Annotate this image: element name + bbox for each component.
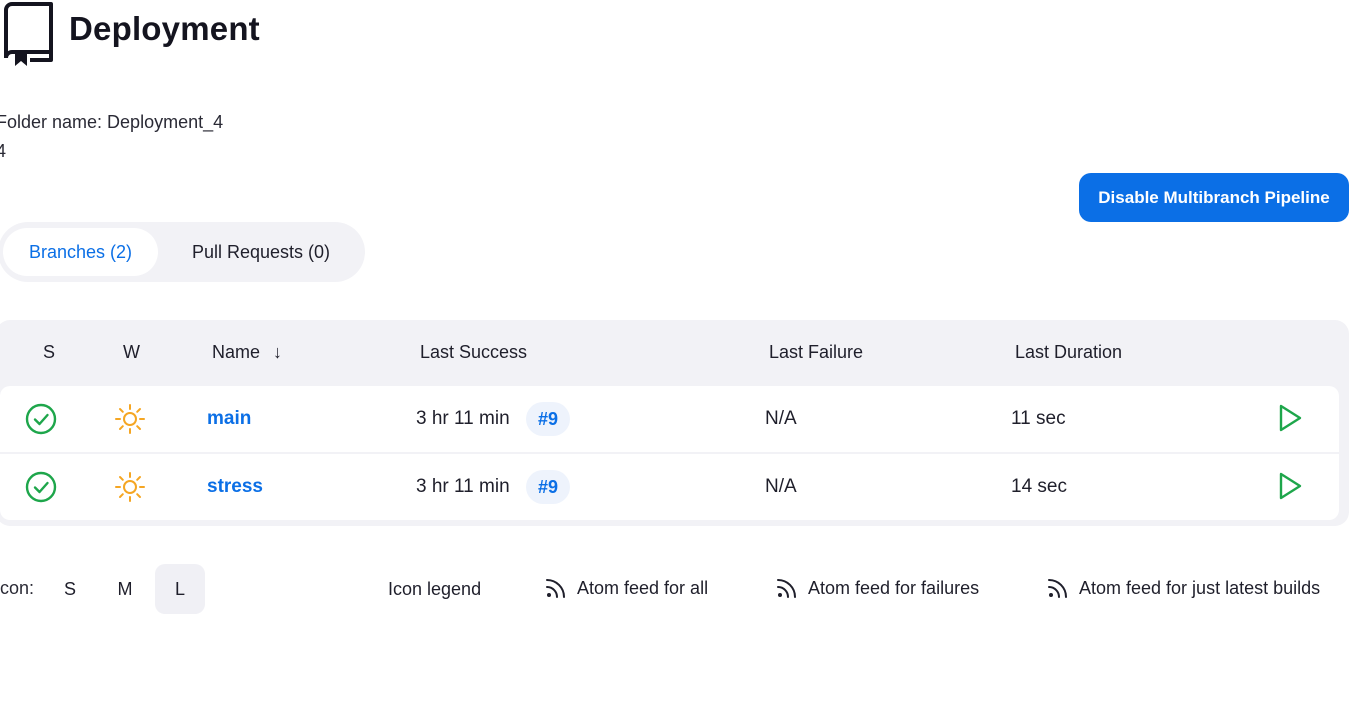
branch-link-stress[interactable]: stress — [207, 454, 263, 520]
description-text: 4 — [0, 141, 7, 161]
table-row: main 3 hr 11 min #9 N/A 11 sec — [0, 386, 1339, 452]
icon-size-medium-button[interactable]: M — [100, 564, 150, 614]
last-duration-value: 14 sec — [1011, 476, 1067, 497]
last-success-time: 3 hr 11 min — [416, 408, 510, 429]
folder-name-text: Folder name: Deployment_4 — [0, 112, 224, 132]
atom-feed-all-label: Atom feed for all — [577, 577, 709, 598]
column-header-status[interactable]: S — [43, 342, 55, 363]
icon-size-label: Icon: — [0, 578, 35, 598]
tab-pull-requests[interactable]: Pull Requests (0) — [178, 228, 344, 276]
last-success-time: 3 hr 11 min — [416, 476, 510, 497]
last-failure-value: N/A — [765, 408, 797, 429]
atom-feed-all-link[interactable]: Atom feed for all — [545, 577, 708, 599]
last-failure-value: N/A — [765, 476, 797, 497]
page: Deployment Folder name: Deployment_4 4 D… — [0, 0, 1366, 723]
icon-size-small-button[interactable]: S — [45, 564, 95, 614]
column-header-last-success[interactable]: Last Success — [420, 342, 527, 363]
sunny-weather-icon — [115, 404, 145, 434]
tab-branches[interactable]: Branches (2) — [3, 228, 158, 276]
atom-feed-latest-label: Atom feed for just latest builds — [1079, 577, 1321, 598]
success-check-icon — [25, 471, 57, 503]
column-header-last-duration[interactable]: Last Duration — [1015, 342, 1122, 363]
column-header-last-failure[interactable]: Last Failure — [769, 342, 863, 363]
column-header-weather[interactable]: W — [123, 342, 140, 363]
page-title: Deployment — [69, 10, 260, 47]
rss-feed-icon — [546, 579, 565, 598]
build-number-link[interactable]: #9 — [526, 470, 571, 504]
column-header-name-label: Name — [212, 342, 261, 362]
sunny-weather-icon — [115, 472, 145, 502]
disable-multibranch-pipeline-button[interactable]: Disable Multibranch Pipeline — [1079, 173, 1349, 222]
build-number-link[interactable]: #9 — [526, 402, 571, 436]
rss-feed-icon — [777, 579, 796, 598]
sort-arrow-icon: ↓ — [273, 342, 283, 362]
atom-feed-failures-label: Atom feed for failures — [808, 577, 980, 598]
rss-feed-icon — [1048, 579, 1067, 598]
branches-table: S W Name ↓ Last Success Last Failure Las… — [0, 320, 1349, 526]
atom-feed-latest-link[interactable]: Atom feed for just latest builds — [1047, 577, 1320, 599]
icon-legend-link[interactable]: Icon legend — [388, 579, 481, 600]
success-check-icon — [25, 403, 57, 435]
atom-feed-failures-link[interactable]: Atom feed for failures — [776, 577, 979, 599]
column-header-name[interactable]: Name ↓ — [212, 342, 282, 363]
icon-size-large-button[interactable]: L — [155, 564, 205, 614]
last-duration-value: 11 sec — [1011, 408, 1066, 429]
play-build-icon[interactable] — [1276, 403, 1304, 433]
table-row: stress 3 hr 11 min #9 N/A 14 sec — [0, 454, 1339, 520]
tab-bar: Branches (2) Pull Requests (0) — [0, 222, 365, 282]
branch-link-main[interactable]: main — [207, 386, 251, 452]
play-build-icon[interactable] — [1276, 471, 1304, 501]
repository-icon — [4, 2, 53, 66]
